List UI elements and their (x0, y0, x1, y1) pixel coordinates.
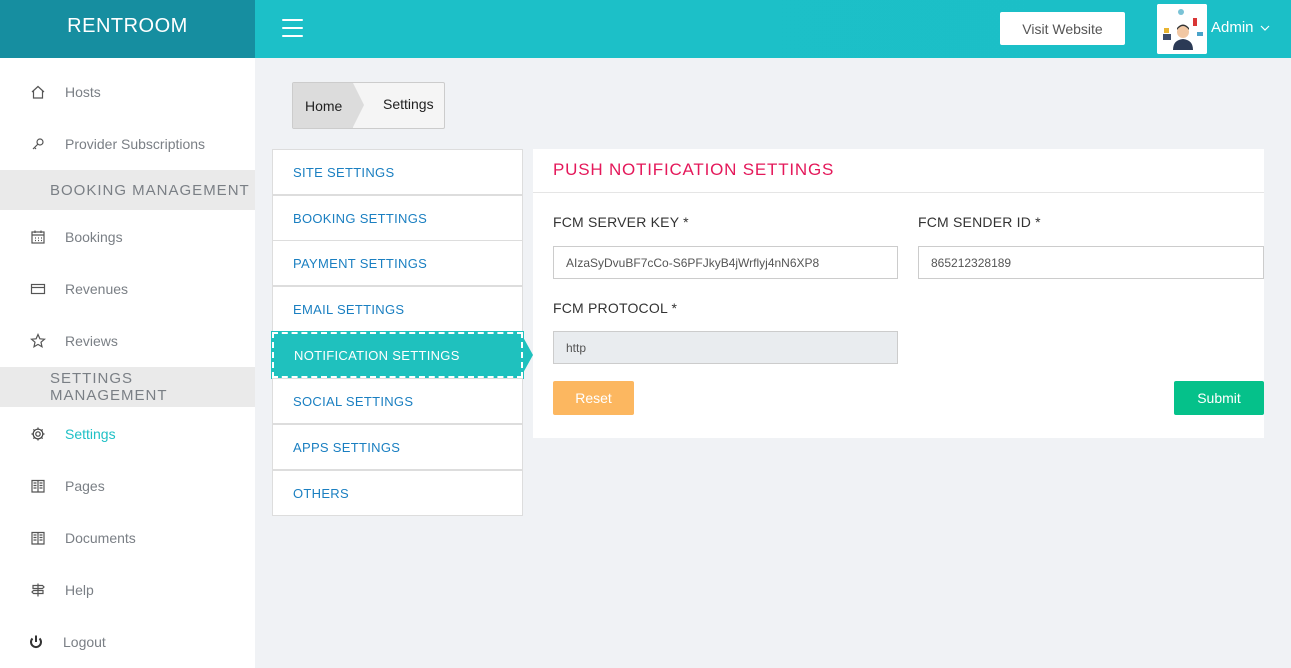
sidebar-item-bookings[interactable]: Bookings (0, 222, 255, 252)
fcm-server-key-label: FCM SERVER KEY * (553, 214, 689, 230)
sidebar-item-label: Documents (65, 530, 136, 546)
section-settings-management: SETTINGS MANAGEMENT (0, 367, 255, 407)
user-menu[interactable]: Admin (1211, 19, 1270, 36)
breadcrumb: Home Settings (292, 82, 445, 129)
avatar[interactable] (1157, 4, 1207, 54)
breadcrumb-home[interactable]: Home (293, 83, 364, 128)
sidebar-item-label: Reviews (65, 333, 118, 349)
sidebar-item-label: Help (65, 582, 94, 598)
sidebar-item-reviews[interactable]: Reviews (0, 326, 255, 356)
user-name: Admin (1211, 19, 1254, 36)
star-icon (29, 332, 47, 350)
sidebar-item-label: Provider Subscriptions (65, 136, 206, 152)
calendar-icon (29, 228, 47, 246)
menu-site-settings[interactable]: SITE SETTINGS (272, 149, 523, 195)
sidebar-item-label: Settings (65, 426, 116, 442)
menu-booking-settings[interactable]: BOOKING SETTINGS (272, 195, 523, 241)
sidebar-item-label: Hosts (65, 84, 101, 100)
sidebar-item-label: Logout (63, 634, 106, 650)
fcm-sender-id-label: FCM SENDER ID * (918, 214, 1041, 230)
sidebar-item-pages[interactable]: Pages (0, 471, 255, 501)
menu-payment-settings[interactable]: PAYMENT SETTINGS (272, 240, 523, 286)
reset-button[interactable]: Reset (553, 381, 634, 415)
sidebar-item-help[interactable]: Help (0, 575, 255, 605)
brand-logo[interactable]: RENTROOM (0, 0, 255, 58)
section-booking-management: BOOKING MANAGEMENT (0, 170, 255, 210)
breadcrumb-current: Settings (383, 96, 434, 112)
fcm-protocol-label: FCM PROTOCOL * (553, 300, 678, 316)
sidebar-item-provider-subscriptions[interactable]: Provider Subscriptions (0, 129, 255, 159)
menu-others[interactable]: OTHERS (272, 470, 523, 516)
submit-button[interactable]: Submit (1174, 381, 1264, 415)
chevron-down-icon (1260, 19, 1270, 36)
sidebar: RENTROOM Hosts Provider Subscriptions BO… (0, 0, 255, 668)
power-icon (27, 633, 45, 651)
fcm-protocol-field[interactable] (553, 331, 898, 364)
sidebar-item-documents[interactable]: Documents (0, 523, 255, 553)
book-icon (29, 529, 47, 547)
key-icon (29, 135, 47, 153)
visit-website-button[interactable]: Visit Website (1000, 12, 1125, 45)
sidebar-item-revenues[interactable]: Revenues (0, 274, 255, 304)
sidebar-item-settings[interactable]: Settings (0, 419, 255, 449)
menu-email-settings[interactable]: EMAIL SETTINGS (272, 286, 523, 332)
sidebar-item-label: Revenues (65, 281, 129, 297)
panel-title: PUSH NOTIFICATION SETTINGS (553, 160, 835, 179)
fcm-sender-id-field[interactable] (918, 246, 1264, 279)
credit-card-icon (29, 280, 47, 298)
book-icon (29, 477, 47, 495)
fcm-server-key-field[interactable] (553, 246, 898, 279)
sidebar-item-hosts[interactable]: Hosts (0, 77, 255, 107)
menu-social-settings[interactable]: SOCIAL SETTINGS (272, 378, 523, 424)
sidebar-item-label: Pages (65, 478, 105, 494)
menu-notification-settings[interactable]: NOTIFICATION SETTINGS (271, 331, 524, 379)
sidebar-item-label: Bookings (65, 229, 123, 245)
push-notification-panel: PUSH NOTIFICATION SETTINGS FCM SERVER KE… (533, 149, 1264, 438)
hamburger-menu-icon[interactable] (282, 19, 303, 37)
signpost-icon (29, 581, 47, 599)
sidebar-item-logout[interactable]: Logout (0, 627, 255, 657)
menu-apps-settings[interactable]: APPS SETTINGS (272, 424, 523, 470)
home-icon (29, 83, 47, 101)
divider (533, 192, 1264, 193)
gear-icon (29, 425, 47, 443)
top-header: Visit Website Admin (255, 0, 1291, 58)
